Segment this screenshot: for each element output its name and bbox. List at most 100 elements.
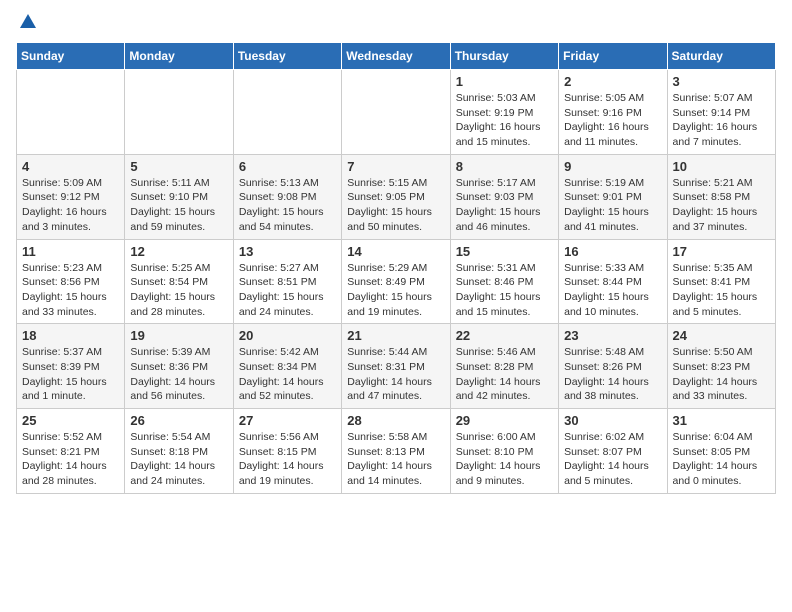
day-detail: Sunrise: 5:29 AMSunset: 8:49 PMDaylight:… — [347, 261, 444, 320]
day-number: 26 — [130, 413, 227, 428]
calendar-cell — [17, 70, 125, 155]
calendar-table: SundayMondayTuesdayWednesdayThursdayFrid… — [16, 42, 776, 494]
day-number: 22 — [456, 328, 553, 343]
day-detail: Sunrise: 5:23 AMSunset: 8:56 PMDaylight:… — [22, 261, 119, 320]
day-detail: Sunrise: 5:39 AMSunset: 8:36 PMDaylight:… — [130, 345, 227, 404]
day-number: 7 — [347, 159, 444, 174]
calendar-cell: 29Sunrise: 6:00 AMSunset: 8:10 PMDayligh… — [450, 409, 558, 494]
day-detail: Sunrise: 5:27 AMSunset: 8:51 PMDaylight:… — [239, 261, 336, 320]
calendar-cell: 6 Sunrise: 5:13 AMSunset: 9:08 PMDaylight… — [233, 154, 341, 239]
calendar-header-row: SundayMondayTuesdayWednesdayThursdayFrid… — [17, 43, 776, 70]
day-detail: Sunrise: 5:09 AMSunset: 9:12 PMDaylight:… — [22, 176, 119, 235]
calendar-cell: 24 Sunrise: 5:50 AMSunset: 8:23 PMDayligh… — [667, 324, 775, 409]
logo — [16, 16, 38, 32]
day-detail: Sunrise: 5:48 AMSunset: 8:26 PMDaylight:… — [564, 345, 661, 404]
calendar-cell: 28 Sunrise: 5:58 AMSunset: 8:13 PMDayligh… — [342, 409, 450, 494]
header-sunday: Sunday — [17, 43, 125, 70]
header-monday: Monday — [125, 43, 233, 70]
day-number: 23 — [564, 328, 661, 343]
day-number: 2 — [564, 74, 661, 89]
calendar-cell: 21Sunrise: 5:44 AMSunset: 8:31 PMDayligh… — [342, 324, 450, 409]
calendar-cell: 5Sunrise: 5:11 AMSunset: 9:10 PMDaylight… — [125, 154, 233, 239]
day-number: 28 — [347, 413, 444, 428]
day-number: 8 — [456, 159, 553, 174]
day-detail: Sunrise: 5:13 AMSunset: 9:08 PMDaylight:… — [239, 176, 336, 235]
calendar-cell: 31 Sunrise: 6:04 AMSunset: 8:05 PMDayligh… — [667, 409, 775, 494]
week-row-2: 4 Sunrise: 5:09 AMSunset: 9:12 PMDaylight… — [17, 154, 776, 239]
day-detail: Sunrise: 6:02 AMSunset: 8:07 PMDaylight:… — [564, 430, 661, 489]
logo-icon — [18, 12, 38, 32]
header-tuesday: Tuesday — [233, 43, 341, 70]
day-number: 12 — [130, 244, 227, 259]
calendar-cell: 13 Sunrise: 5:27 AMSunset: 8:51 PMDayligh… — [233, 239, 341, 324]
day-detail: Sunrise: 5:11 AMSunset: 9:10 PMDaylight:… — [130, 176, 227, 235]
calendar-cell: 16Sunrise: 5:33 AMSunset: 8:44 PMDayligh… — [559, 239, 667, 324]
day-number: 18 — [22, 328, 119, 343]
calendar-cell: 25Sunrise: 5:52 AMSunset: 8:21 PMDayligh… — [17, 409, 125, 494]
calendar-cell: 18 Sunrise: 5:37 AMSunset: 8:39 PMDayligh… — [17, 324, 125, 409]
day-detail: Sunrise: 5:46 AMSunset: 8:28 PMDaylight:… — [456, 345, 553, 404]
day-detail: Sunrise: 5:54 AMSunset: 8:18 PMDaylight:… — [130, 430, 227, 489]
day-number: 17 — [673, 244, 770, 259]
day-detail: Sunrise: 5:31 AMSunset: 8:46 PMDaylight:… — [456, 261, 553, 320]
day-number: 9 — [564, 159, 661, 174]
day-number: 29 — [456, 413, 553, 428]
header — [16, 16, 776, 32]
day-detail: Sunrise: 5:33 AMSunset: 8:44 PMDaylight:… — [564, 261, 661, 320]
header-friday: Friday — [559, 43, 667, 70]
calendar-cell: 12 Sunrise: 5:25 AMSunset: 8:54 PMDayligh… — [125, 239, 233, 324]
day-number: 6 — [239, 159, 336, 174]
day-detail: Sunrise: 6:04 AMSunset: 8:05 PMDaylight:… — [673, 430, 770, 489]
week-row-1: 1Sunrise: 5:03 AMSunset: 9:19 PMDaylight… — [17, 70, 776, 155]
day-number: 31 — [673, 413, 770, 428]
header-saturday: Saturday — [667, 43, 775, 70]
calendar-cell: 30 Sunrise: 6:02 AMSunset: 8:07 PMDayligh… — [559, 409, 667, 494]
calendar-cell: 22 Sunrise: 5:46 AMSunset: 8:28 PMDayligh… — [450, 324, 558, 409]
day-detail: Sunrise: 5:07 AMSunset: 9:14 PMDaylight:… — [673, 91, 770, 150]
day-detail: Sunrise: 5:15 AMSunset: 9:05 PMDaylight:… — [347, 176, 444, 235]
day-number: 24 — [673, 328, 770, 343]
day-number: 20 — [239, 328, 336, 343]
calendar-cell: 4 Sunrise: 5:09 AMSunset: 9:12 PMDaylight… — [17, 154, 125, 239]
day-number: 27 — [239, 413, 336, 428]
day-detail: Sunrise: 5:35 AMSunset: 8:41 PMDaylight:… — [673, 261, 770, 320]
calendar-cell: 19 Sunrise: 5:39 AMSunset: 8:36 PMDayligh… — [125, 324, 233, 409]
day-number: 19 — [130, 328, 227, 343]
day-detail: Sunrise: 5:56 AMSunset: 8:15 PMDaylight:… — [239, 430, 336, 489]
day-detail: Sunrise: 5:44 AMSunset: 8:31 PMDaylight:… — [347, 345, 444, 404]
day-detail: Sunrise: 5:37 AMSunset: 8:39 PMDaylight:… — [22, 345, 119, 404]
calendar-cell: 8 Sunrise: 5:17 AMSunset: 9:03 PMDaylight… — [450, 154, 558, 239]
calendar-cell: 9Sunrise: 5:19 AMSunset: 9:01 PMDaylight… — [559, 154, 667, 239]
day-number: 13 — [239, 244, 336, 259]
day-detail: Sunrise: 5:42 AMSunset: 8:34 PMDaylight:… — [239, 345, 336, 404]
day-detail: Sunrise: 5:50 AMSunset: 8:23 PMDaylight:… — [673, 345, 770, 404]
day-number: 3 — [673, 74, 770, 89]
day-number: 10 — [673, 159, 770, 174]
calendar-cell: 7 Sunrise: 5:15 AMSunset: 9:05 PMDaylight… — [342, 154, 450, 239]
day-number: 11 — [22, 244, 119, 259]
day-number: 4 — [22, 159, 119, 174]
day-number: 1 — [456, 74, 553, 89]
day-number: 15 — [456, 244, 553, 259]
calendar-cell: 15 Sunrise: 5:31 AMSunset: 8:46 PMDayligh… — [450, 239, 558, 324]
day-detail: Sunrise: 5:17 AMSunset: 9:03 PMDaylight:… — [456, 176, 553, 235]
calendar-cell — [233, 70, 341, 155]
day-detail: Sunrise: 5:21 AMSunset: 8:58 PMDaylight:… — [673, 176, 770, 235]
calendar-cell — [342, 70, 450, 155]
week-row-5: 25Sunrise: 5:52 AMSunset: 8:21 PMDayligh… — [17, 409, 776, 494]
calendar-cell: 2 Sunrise: 5:05 AMSunset: 9:16 PMDaylight… — [559, 70, 667, 155]
header-wednesday: Wednesday — [342, 43, 450, 70]
header-thursday: Thursday — [450, 43, 558, 70]
day-number: 30 — [564, 413, 661, 428]
calendar-cell: 23 Sunrise: 5:48 AMSunset: 8:26 PMDayligh… — [559, 324, 667, 409]
calendar-cell: 10 Sunrise: 5:21 AMSunset: 8:58 PMDayligh… — [667, 154, 775, 239]
calendar-cell: 3 Sunrise: 5:07 AMSunset: 9:14 PMDaylight… — [667, 70, 775, 155]
week-row-4: 18 Sunrise: 5:37 AMSunset: 8:39 PMDayligh… — [17, 324, 776, 409]
day-detail: Sunrise: 5:52 AMSunset: 8:21 PMDaylight:… — [22, 430, 119, 489]
calendar-cell: 26 Sunrise: 5:54 AMSunset: 8:18 PMDayligh… — [125, 409, 233, 494]
day-detail: Sunrise: 5:25 AMSunset: 8:54 PMDaylight:… — [130, 261, 227, 320]
calendar-cell: 14Sunrise: 5:29 AMSunset: 8:49 PMDayligh… — [342, 239, 450, 324]
day-detail: Sunrise: 5:05 AMSunset: 9:16 PMDaylight:… — [564, 91, 661, 150]
calendar-cell: 20 Sunrise: 5:42 AMSunset: 8:34 PMDayligh… — [233, 324, 341, 409]
day-detail: Sunrise: 5:58 AMSunset: 8:13 PMDaylight:… — [347, 430, 444, 489]
